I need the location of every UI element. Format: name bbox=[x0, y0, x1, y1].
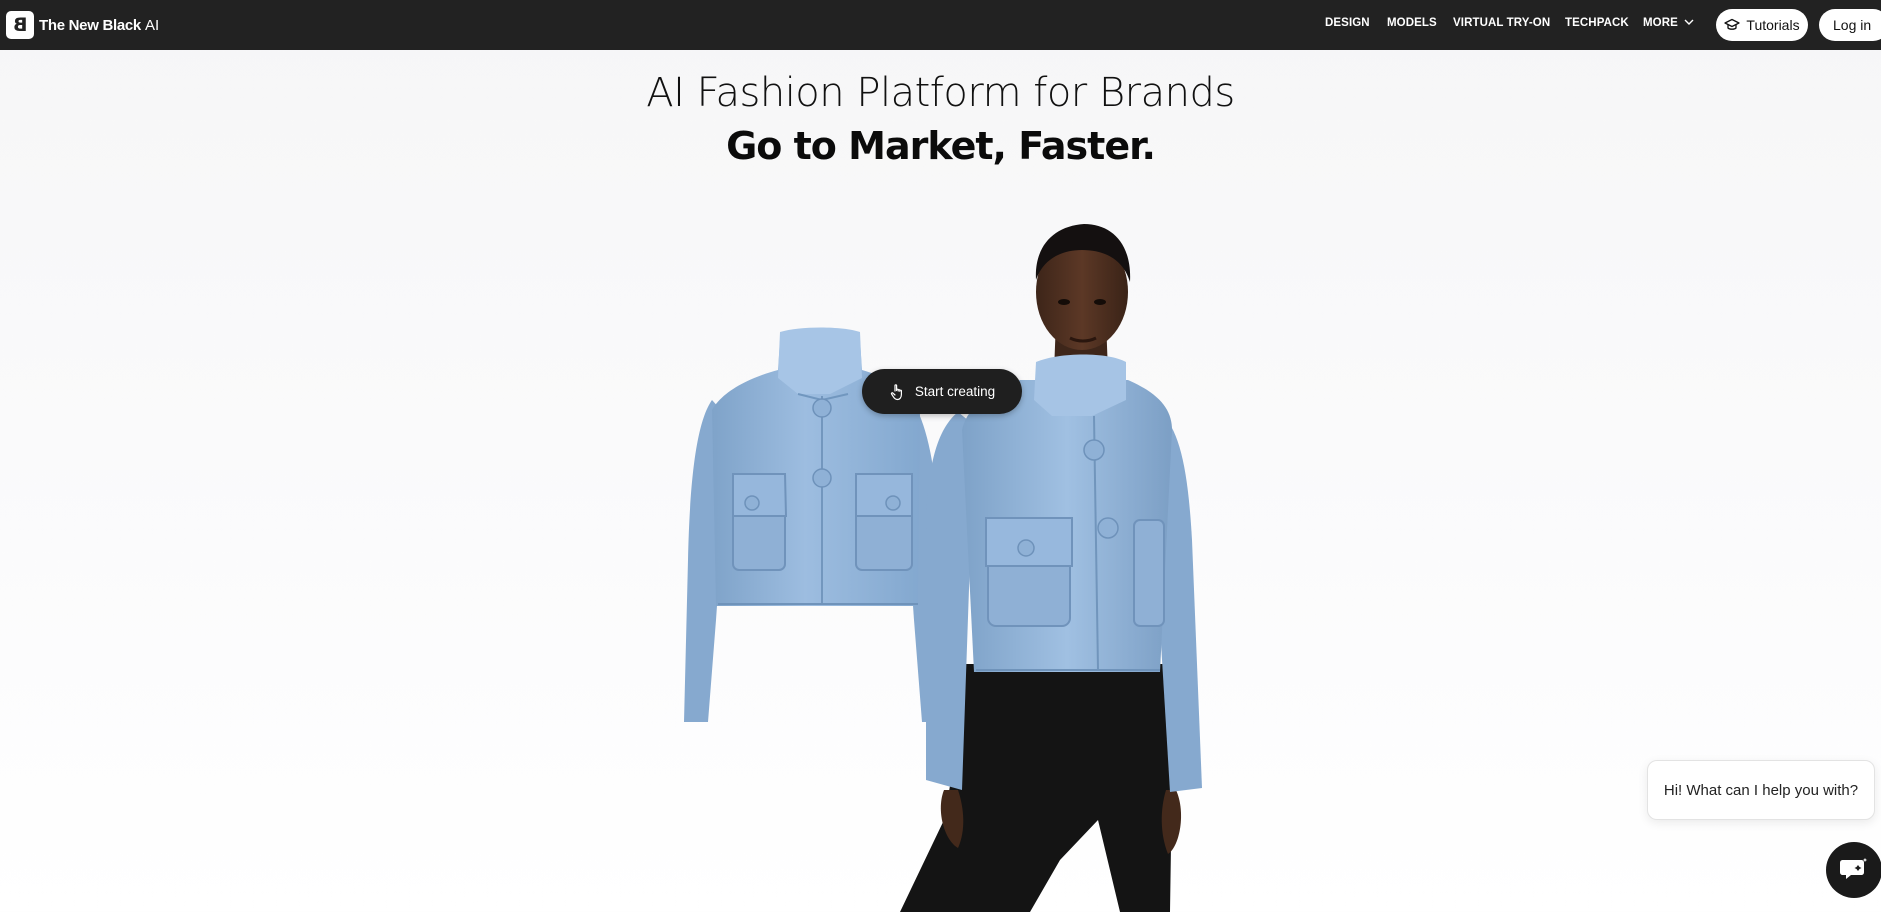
start-creating-button[interactable]: Start creating bbox=[862, 369, 1022, 414]
chat-launcher-button[interactable] bbox=[1826, 842, 1881, 898]
hero-illustration bbox=[684, 224, 1202, 912]
chat-greeting-bubble[interactable]: Hi! What can I help you with? bbox=[1647, 760, 1875, 820]
model-photo bbox=[900, 224, 1202, 912]
chat-icon bbox=[1840, 858, 1868, 879]
chat-greeting-text: Hi! What can I help you with? bbox=[1663, 781, 1859, 799]
hand-pointer-icon bbox=[889, 383, 905, 401]
start-creating-label: Start creating bbox=[914, 384, 996, 399]
